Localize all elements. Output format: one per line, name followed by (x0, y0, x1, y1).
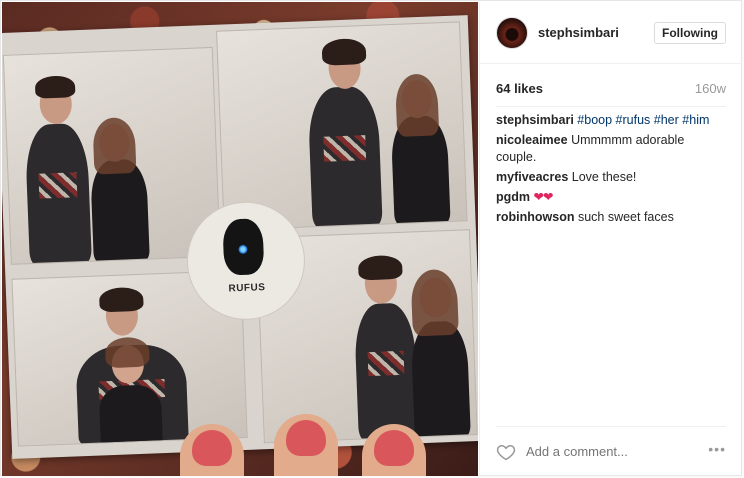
post-sidebar: stephsimbari Following 64 likes 160w ste… (479, 2, 742, 476)
comment-item: stephsimbari #boop #rufus #her #him (496, 112, 726, 129)
fingers (172, 414, 442, 476)
add-comment-input[interactable] (526, 444, 686, 459)
comment-username[interactable]: stephsimbari (496, 113, 574, 127)
finger (180, 424, 244, 476)
username-link[interactable]: stephsimbari (538, 25, 619, 40)
finger (274, 414, 338, 476)
comment-item: myfiveacres Love these! (496, 169, 726, 186)
comment-username[interactable]: pgdm (496, 190, 530, 204)
person-woman (98, 384, 163, 447)
person-man (307, 85, 383, 229)
comment-item: pgdm ❤❤ (496, 189, 726, 206)
comment-username[interactable]: myfiveacres (496, 170, 568, 184)
person-hair (104, 336, 150, 369)
comment-list: stephsimbari #boop #rufus #her #him nico… (496, 112, 726, 229)
avatar[interactable] (496, 17, 528, 49)
person-hair (34, 75, 76, 99)
person-hair (98, 286, 144, 313)
post-container: RUFUS stephsimbari Following 64 likes 16… (0, 0, 742, 476)
following-button[interactable]: Following (654, 22, 726, 44)
hashtag-link[interactable]: #boop (577, 113, 612, 127)
fingernail (374, 430, 414, 466)
logo-text: RUFUS (228, 282, 266, 295)
comment-footer: ••• (496, 426, 726, 475)
photo-panel-1 (2, 46, 221, 265)
person-hair (321, 38, 367, 66)
logo-dot (238, 244, 248, 255)
hashtag-link[interactable]: #him (682, 113, 709, 127)
dog-silhouette (222, 218, 265, 276)
fingernail (192, 430, 232, 466)
post-photo[interactable]: RUFUS (2, 2, 478, 476)
person-hair (92, 116, 137, 175)
fingernail (286, 420, 326, 456)
comment-text: Love these! (571, 170, 637, 184)
person-hair (357, 254, 403, 281)
hashtag-link[interactable]: #rufus (616, 113, 651, 127)
person-man (24, 122, 92, 265)
comment-text: ❤❤ (533, 190, 554, 204)
post-stats: 64 likes 160w (496, 81, 726, 101)
heart-icon[interactable] (496, 442, 516, 462)
comment-text: such sweet faces (577, 210, 674, 224)
comment-item: nicoleaimee Ummmmm adorable couple. (496, 132, 726, 166)
more-options-icon[interactable]: ••• (708, 441, 726, 457)
person-woman (89, 158, 150, 263)
likes-count[interactable]: 64 likes (496, 81, 543, 96)
photo-booth-strip: RUFUS (2, 15, 478, 459)
comment-item: robinhowson such sweet faces (496, 209, 726, 226)
finger (362, 424, 426, 476)
post-time[interactable]: 160w (695, 81, 726, 96)
post-header: stephsimbari Following (480, 2, 742, 64)
divider (496, 106, 726, 107)
photo-panel-2 (216, 21, 468, 231)
person-hair (410, 268, 459, 337)
comment-username[interactable]: robinhowson (496, 210, 574, 224)
person-hair (394, 73, 440, 137)
comment-username[interactable]: nicoleaimee (496, 133, 568, 147)
hashtag-link[interactable]: #her (654, 113, 679, 127)
